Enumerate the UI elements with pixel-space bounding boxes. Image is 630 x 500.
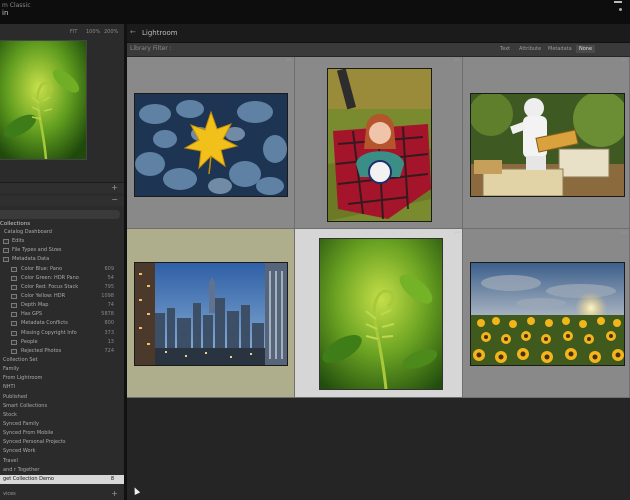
thumbnail-sunflowers[interactable] bbox=[470, 262, 625, 366]
collection-row[interactable]: Color Yellow: HDR 1098 bbox=[0, 292, 124, 301]
collection-set-icon bbox=[3, 239, 9, 245]
library-filter-label: Library Filter : bbox=[130, 45, 172, 52]
publish-services-label: vices bbox=[3, 491, 16, 497]
module-title: Lightroom bbox=[142, 29, 178, 37]
collection-row[interactable]: Has GPS 5878 bbox=[0, 310, 124, 319]
collection-row[interactable]: People 13 bbox=[0, 338, 124, 347]
library-filter-bar: Library Filter : Text Attribute Metadata… bbox=[127, 43, 630, 56]
photo-grid: ◦◦ ◦◦ ◦◦ ◦◦ ◦◦ ◦◦ bbox=[127, 57, 630, 500]
collection-row[interactable]: Color Green: HDR Pano 54 bbox=[0, 274, 124, 283]
collection-search-input[interactable] bbox=[0, 210, 120, 219]
smart-collection-icon bbox=[11, 266, 17, 272]
grid-cell[interactable]: ◦◦ bbox=[127, 57, 295, 229]
grid-cell[interactable]: ◦◦ bbox=[463, 229, 630, 398]
thumbnail-city[interactable] bbox=[134, 262, 288, 366]
collection-set-icon bbox=[3, 248, 9, 254]
collection-row-selected[interactable]: get Collection Demo 8 bbox=[0, 474, 124, 484]
app-name: m Classic bbox=[2, 2, 31, 9]
window-control-icon[interactable] bbox=[614, 1, 622, 3]
collection-row[interactable]: Collection Set bbox=[0, 356, 124, 365]
thumbnail-portrait[interactable] bbox=[327, 68, 432, 222]
collection-row[interactable]: Catalog Dashboard bbox=[0, 228, 124, 237]
minus-icon[interactable]: − bbox=[111, 195, 118, 204]
smart-collection-icon bbox=[11, 284, 17, 290]
smart-collection-icon bbox=[11, 348, 17, 354]
smart-collection-icon bbox=[11, 312, 17, 318]
collections-header[interactable]: Collections bbox=[0, 221, 30, 227]
filter-text[interactable]: Text bbox=[497, 45, 513, 53]
portrait-image bbox=[328, 69, 431, 221]
zoom-fit[interactable]: FIT bbox=[70, 29, 77, 35]
publish-services-bar[interactable]: vices + bbox=[0, 489, 124, 500]
smart-collection-icon bbox=[11, 330, 17, 336]
collection-row[interactable]: Synced Personal Projects bbox=[0, 438, 124, 447]
collection-row[interactable]: Depth Map 74 bbox=[0, 301, 124, 310]
plus-icon[interactable]: + bbox=[111, 183, 118, 192]
collection-row[interactable]: Metadata Conflicts 800 bbox=[0, 319, 124, 328]
smart-collection-icon bbox=[11, 321, 17, 327]
leaf-image bbox=[135, 94, 287, 196]
window-dot-icon[interactable] bbox=[619, 8, 622, 11]
smart-collection-icon bbox=[11, 293, 17, 299]
zoom-100[interactable]: 100% bbox=[86, 29, 100, 35]
left-panel: FIT 100% 200% + − Collections Catalog Da… bbox=[0, 24, 124, 500]
collection-row[interactable]: Family bbox=[0, 365, 124, 374]
collection-row[interactable]: Color Red: Focus Stack 795 bbox=[0, 283, 124, 292]
smart-collection-icon bbox=[11, 303, 17, 309]
grid-cell[interactable]: ◦◦ bbox=[463, 57, 630, 229]
navigator-header: FIT 100% 200% bbox=[0, 27, 124, 37]
arrow-left-icon[interactable]: ← bbox=[130, 28, 136, 36]
smart-collection-icon bbox=[11, 339, 17, 345]
grid-empty-area[interactable] bbox=[127, 398, 630, 500]
badge-icon: ◦◦ bbox=[286, 230, 292, 236]
thumbnail-beekeeper[interactable] bbox=[470, 93, 625, 197]
collection-row[interactable]: Color Blue: Pano 609 bbox=[0, 265, 124, 274]
collection-set-icon bbox=[3, 257, 9, 263]
collection-row[interactable]: Metadata Data bbox=[0, 255, 124, 264]
smart-collection-icon bbox=[11, 275, 17, 281]
collection-row[interactable]: Travel bbox=[0, 457, 124, 466]
badge-icon: ◦◦ bbox=[454, 230, 460, 236]
thumbnail-leaf[interactable] bbox=[134, 93, 288, 197]
fern-image bbox=[320, 239, 442, 389]
app-subtitle: in bbox=[2, 9, 9, 17]
badge-icon: ◦◦ bbox=[454, 58, 460, 64]
badge-icon: ◦◦ bbox=[286, 58, 292, 64]
collection-row[interactable]: Missing Copyright Info 373 bbox=[0, 329, 124, 338]
module-header: ← Lightroom bbox=[127, 24, 630, 43]
catalog-bar[interactable]: − bbox=[0, 195, 124, 206]
plus-icon[interactable]: + bbox=[111, 489, 118, 498]
collection-row[interactable]: File Types and Sizes bbox=[0, 246, 124, 255]
collection-row[interactable]: Synced Work bbox=[0, 447, 124, 456]
collection-row[interactable]: Edits bbox=[0, 237, 124, 246]
collection-row[interactable]: Smart Collections bbox=[0, 402, 124, 411]
collection-row[interactable]: Stock bbox=[0, 411, 124, 420]
collection-row[interactable]: NHTI bbox=[0, 383, 124, 392]
collection-row[interactable]: Rejected Photos 724 bbox=[0, 347, 124, 356]
collection-row[interactable]: and r Together bbox=[0, 466, 124, 475]
filter-metadata[interactable]: Metadata bbox=[545, 45, 575, 53]
thumbnail-fern[interactable] bbox=[319, 238, 443, 390]
city-image bbox=[135, 263, 287, 365]
grid-cell[interactable]: ◦◦ bbox=[295, 57, 463, 229]
collection-row[interactable]: Synced Family bbox=[0, 420, 124, 429]
grid-cell-selected[interactable]: ◦◦ bbox=[295, 229, 463, 398]
beekeeper-image bbox=[471, 94, 624, 196]
zoom-200[interactable]: 200% bbox=[104, 29, 118, 35]
filter-none[interactable]: None bbox=[576, 45, 596, 53]
collection-row[interactable]: Synced From Mobile bbox=[0, 429, 124, 438]
collection-row[interactable]: Published bbox=[0, 393, 124, 402]
sunflowers-image bbox=[471, 263, 624, 365]
badge-icon: ◦◦ bbox=[621, 58, 627, 64]
collection-row[interactable]: From Lightroom bbox=[0, 374, 124, 383]
navigator-collapse-bar[interactable]: + bbox=[0, 182, 124, 193]
fern-preview-image bbox=[0, 41, 86, 159]
badge-icon: ◦◦ bbox=[621, 230, 627, 236]
grid-cell[interactable]: ◦◦ bbox=[127, 229, 295, 398]
collections-list: Catalog Dashboard Edits File Types and S… bbox=[0, 228, 124, 484]
filter-attribute[interactable]: Attribute bbox=[516, 45, 544, 53]
title-bar: m Classic in bbox=[0, 0, 630, 24]
navigator-preview[interactable] bbox=[0, 40, 87, 160]
